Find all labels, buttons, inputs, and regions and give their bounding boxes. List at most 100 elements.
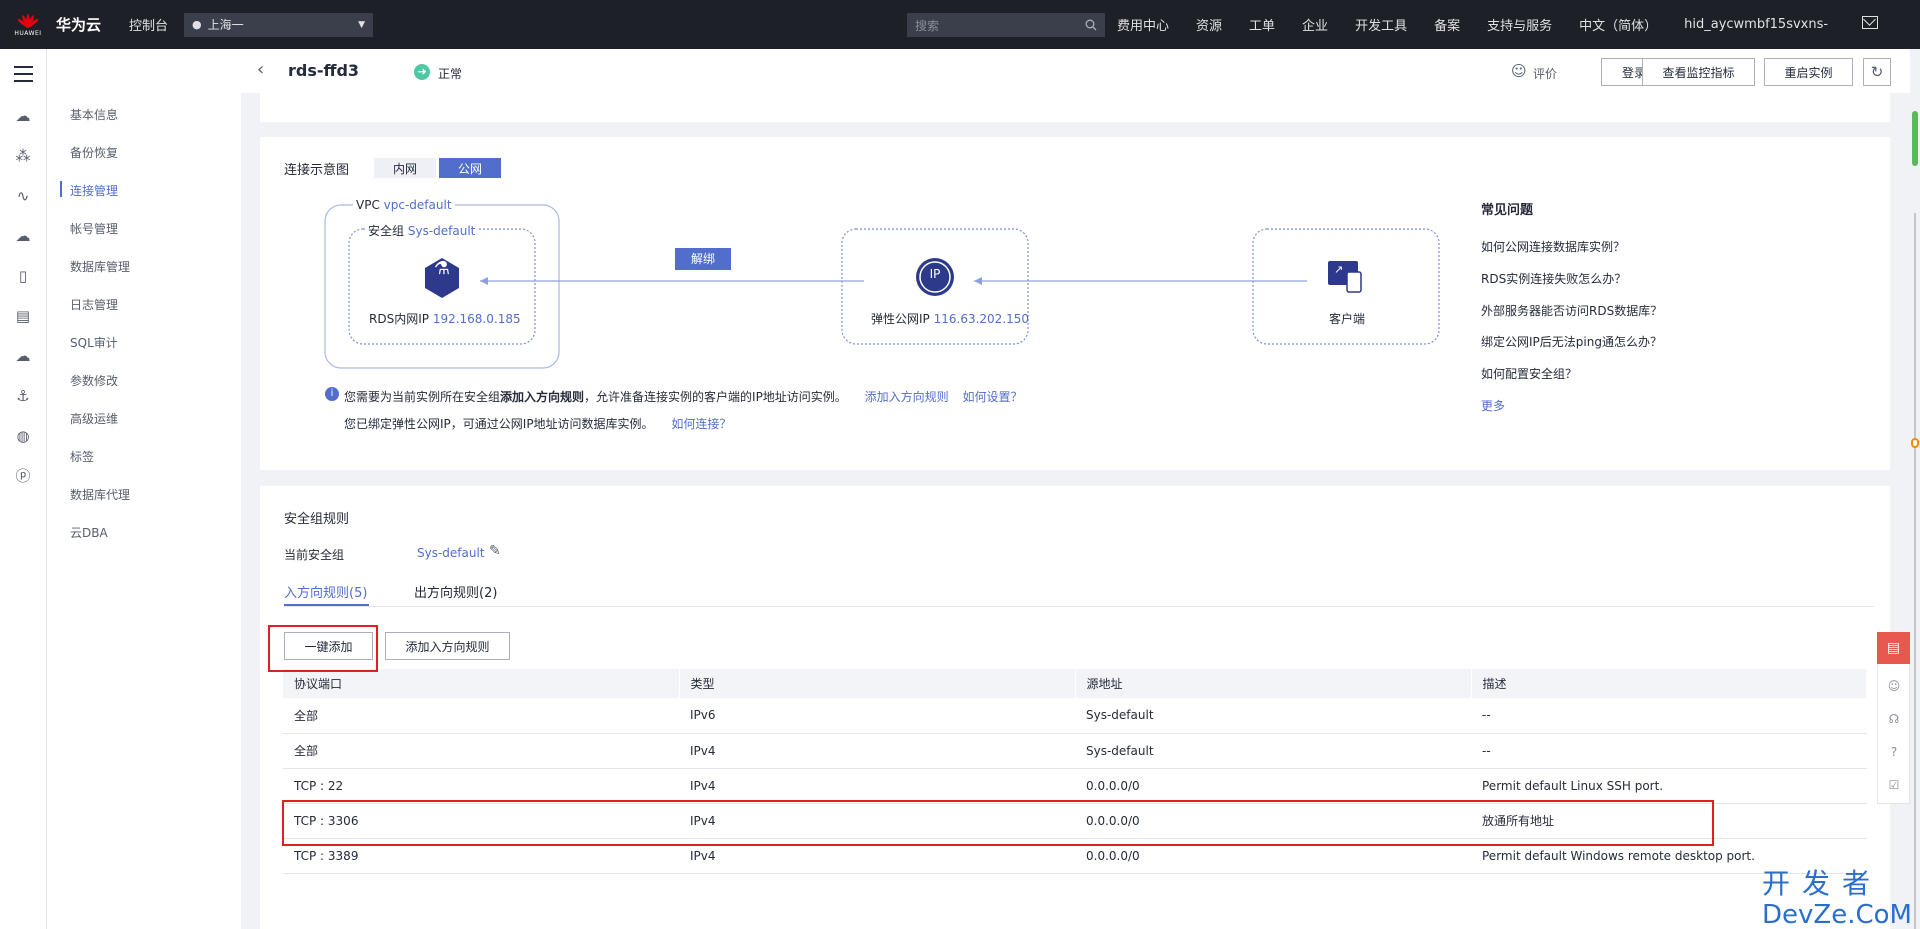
watermark-en: DevZe.CoM: [1762, 900, 1912, 929]
previous-card: [260, 93, 1890, 122]
cloud-storage-icon[interactable]: ☁: [13, 226, 33, 246]
cluster-icon[interactable]: ⁂: [13, 146, 33, 166]
tab-inbound-rules[interactable]: 入方向规则(5): [284, 582, 367, 601]
sg-rules-title: 安全组规则: [284, 512, 350, 527]
faq-item-2[interactable]: RDS实例连接失败怎么办？: [1481, 270, 1626, 287]
tip1-pre: 您需要为当前实例所在安全组: [344, 390, 501, 404]
scrollbar-thumb[interactable]: [1912, 111, 1918, 166]
unbind-button[interactable]: 解绑: [675, 248, 731, 270]
sidebar-item-databases[interactable]: 数据库管理: [70, 258, 130, 275]
faq-item-3[interactable]: 外部服务器能否访问RDS数据库？: [1481, 302, 1662, 319]
nav-language[interactable]: 中文（简体）: [1579, 15, 1657, 34]
sg-title: 安全组: [368, 224, 405, 238]
checklist-icon[interactable]: ☑: [1886, 777, 1902, 793]
edit-pencil-icon[interactable]: ✎: [489, 543, 501, 559]
region-select[interactable]: ● 上海一 ▼: [184, 12, 374, 37]
nav-billing[interactable]: 费用中心: [1117, 15, 1169, 34]
vpc-name-link[interactable]: vpc-default: [384, 198, 452, 212]
database-icon[interactable]: ▯: [13, 266, 33, 286]
table-row: 全部 IPv6 Sys-default --: [283, 698, 1867, 734]
globe-icon[interactable]: ◍: [13, 426, 33, 446]
nav-support[interactable]: 支持与服务: [1487, 15, 1552, 34]
how-to-connect-link[interactable]: 如何连接？: [671, 417, 731, 431]
cell-port: 全部: [283, 698, 679, 734]
sidebar-item-db-proxy[interactable]: 数据库代理: [70, 486, 130, 503]
active-indicator: [60, 181, 62, 197]
nav-tickets[interactable]: 工单: [1249, 15, 1275, 34]
cell-description: --: [1471, 698, 1867, 734]
table-header: 协议端口 类型 源地址 描述: [283, 669, 1867, 698]
current-sg-label: 当前安全组: [284, 548, 345, 562]
add-inbound-rule-link[interactable]: 添加入方向规则: [865, 390, 949, 404]
rds-ip-row: RDS内网IP 192.168.0.185: [369, 310, 521, 327]
sidebar-item-accounts[interactable]: 帐号管理: [70, 220, 118, 237]
search-input[interactable]: 搜索: [907, 13, 1105, 37]
restart-instance-button[interactable]: 重启实例: [1764, 58, 1853, 86]
menu-icon[interactable]: [14, 66, 33, 87]
sidebar-item-logs[interactable]: 日志管理: [70, 296, 118, 313]
cloud-icon[interactable]: ☁: [13, 106, 33, 126]
watermark-cn: 开发者: [1762, 867, 1883, 900]
tab-outbound-rules[interactable]: 出方向规则(2): [414, 582, 497, 601]
sidebar-item-sql-audit[interactable]: SQL审计: [70, 334, 118, 351]
faq-title: 常见问题: [1481, 203, 1534, 218]
watermark: 开发者 DevZe.CoM: [1762, 862, 1912, 928]
col-protocol-port: 协议端口: [283, 669, 680, 698]
faq-more-link[interactable]: 更多: [1481, 397, 1505, 414]
chart-icon[interactable]: ∿: [13, 186, 33, 206]
document-icon[interactable]: ▤: [13, 306, 33, 326]
page-scrollbar[interactable]: [1910, 93, 1920, 929]
client-icon: ↗: [1334, 263, 1344, 276]
current-sg-link[interactable]: Sys-default: [417, 546, 485, 560]
rate-link[interactable]: 评价: [1533, 65, 1557, 82]
faq-item-1[interactable]: 如何公网连接数据库实例？: [1481, 238, 1625, 255]
service-icon-bar: ☁ ⁂ ∿ ☁ ▯ ▤ ☁ ⚓ ◍ ⓟ: [0, 49, 47, 929]
nav-resources[interactable]: 资源: [1196, 15, 1222, 34]
sidebar-item-advanced-ops[interactable]: 高级运维: [70, 410, 118, 427]
faq-item-4[interactable]: 绑定公网IP后无法ping通怎么办？: [1481, 333, 1662, 350]
refresh-icon[interactable]: ↻: [1863, 58, 1891, 86]
vpc-label: VPC vpc-default: [353, 198, 455, 212]
huawei-logo[interactable]: HUAWEI: [6, 0, 50, 49]
ip-glyph: IP: [929, 267, 941, 281]
eip-value: 116.63.202.150: [933, 312, 1030, 326]
sidebar-item-basic-info[interactable]: 基本信息: [70, 106, 118, 123]
cloud-service-icon[interactable]: ☁: [13, 346, 33, 366]
smile-icon[interactable]: ☺: [1511, 62, 1527, 80]
add-inbound-rule-button[interactable]: 添加入方向规则: [385, 632, 510, 660]
nav-icp[interactable]: 备案: [1434, 15, 1460, 34]
help-icon[interactable]: ?: [1886, 744, 1902, 760]
vpc-title: VPC: [356, 198, 380, 212]
faq-item-5[interactable]: 如何配置安全组？: [1481, 365, 1577, 382]
chevron-down-icon: ▼: [358, 19, 366, 30]
mail-icon[interactable]: [1862, 16, 1878, 29]
sidebar-item-parameters[interactable]: 参数修改: [70, 372, 118, 389]
scroll-position-marker[interactable]: [1911, 438, 1919, 448]
cell-port: 全部: [283, 733, 679, 769]
sidebar-item-tags[interactable]: 标签: [70, 448, 94, 465]
sidebar-item-cloud-dba[interactable]: 云DBA: [70, 524, 108, 541]
sg-label: 安全组 Sys-default: [365, 222, 479, 239]
brand-name[interactable]: 华为云: [56, 14, 101, 35]
search-icon[interactable]: [1085, 19, 1097, 31]
col-source: 源地址: [1075, 669, 1472, 698]
cell-port: TCP : 22: [283, 768, 679, 804]
nav-devtools[interactable]: 开发工具: [1355, 15, 1407, 34]
nav-enterprise[interactable]: 企业: [1302, 15, 1328, 34]
info-icon: i: [325, 387, 339, 401]
chat-icon[interactable]: ▤: [1877, 632, 1910, 664]
cell-source: 0.0.0.0/0: [1075, 768, 1471, 804]
how-to-set-link[interactable]: 如何设置？: [962, 390, 1022, 404]
col-description: 描述: [1471, 669, 1867, 698]
feedback-icon[interactable]: ☺: [1886, 678, 1902, 694]
console-link[interactable]: 控制台: [129, 15, 168, 34]
anchor-icon[interactable]: ⚓: [13, 386, 33, 406]
ip-icon[interactable]: ⓟ: [13, 466, 33, 486]
user-account[interactable]: hid_aycwmbf15svxns-: [1684, 17, 1828, 32]
sg-name-link[interactable]: Sys-default: [408, 224, 476, 238]
sidebar-item-backup[interactable]: 备份恢复: [70, 144, 118, 161]
back-arrow-icon[interactable]: ‹: [257, 59, 264, 80]
headset-icon[interactable]: ☊: [1886, 711, 1902, 727]
sidebar-item-connection[interactable]: 连接管理: [70, 182, 118, 199]
view-metrics-button[interactable]: 查看监控指标: [1642, 58, 1755, 86]
